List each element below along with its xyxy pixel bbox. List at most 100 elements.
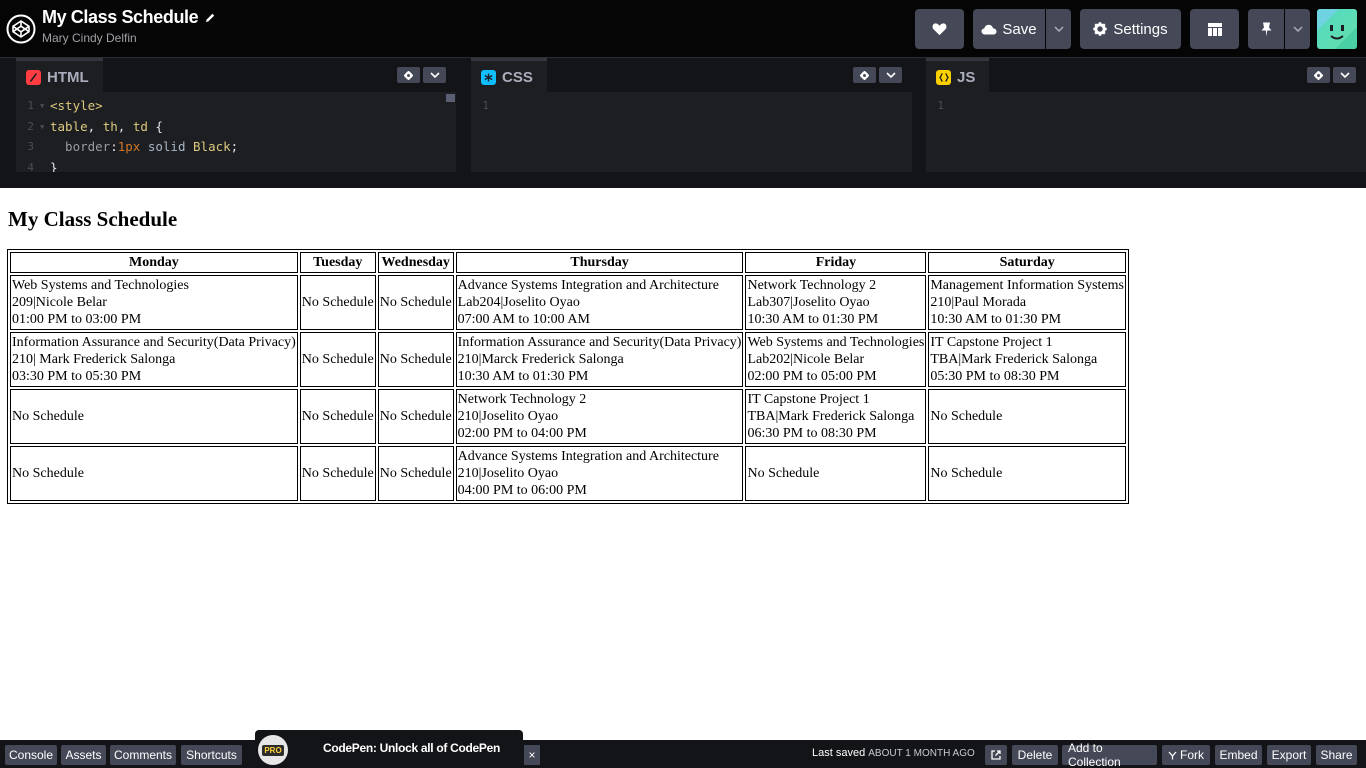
html-editor-scrollbar[interactable] xyxy=(446,94,455,102)
delete-button[interactable]: Delete xyxy=(1012,745,1058,765)
line-number: 3 xyxy=(27,140,34,153)
js-editor-label: JS xyxy=(957,68,976,86)
code-token: ; xyxy=(230,139,239,154)
day-header-saturday: Saturday xyxy=(928,252,1126,273)
pen-author[interactable]: Mary Cindy Delfin xyxy=(42,31,216,45)
schedule-cell-line: Management Information Systems xyxy=(930,278,1124,293)
css-settings-button[interactable] xyxy=(853,67,876,83)
schedule-cell-line: 210|Marck Frederick Salonga xyxy=(457,352,624,367)
codepen-logo-icon[interactable] xyxy=(6,14,36,44)
js-editor-tab[interactable]: JS xyxy=(926,58,990,93)
schedule-cell-line: 209|Nicole Belar xyxy=(12,295,107,310)
schedule-cell-line: Advance Systems Integration and Architec… xyxy=(457,278,719,293)
schedule-cell-line: No Schedule xyxy=(379,352,452,367)
code-token: border xyxy=(50,139,111,154)
schedule-heading: My Class Schedule xyxy=(8,207,178,231)
html-collapse-button[interactable] xyxy=(423,67,446,83)
fork-button[interactable]: Fork xyxy=(1162,745,1210,765)
pin-button[interactable] xyxy=(1248,9,1284,49)
js-settings-button[interactable] xyxy=(1307,67,1330,83)
code-token: , xyxy=(87,118,103,134)
export-button[interactable]: Export xyxy=(1267,745,1311,765)
code-line: 2 ▼ table, th, td { xyxy=(16,117,238,138)
line-number: 2 xyxy=(27,119,34,133)
js-collapse-button[interactable] xyxy=(1333,67,1356,83)
editor-panes: HTML 1 ▼ <style> 2 ▼ table, th, td {3 border:… xyxy=(0,58,1366,175)
user-avatar[interactable] xyxy=(1317,9,1357,49)
schedule-header-row: Monday Tuesday Wednesday Thursday Friday Satu… xyxy=(10,252,1126,273)
html-code-area[interactable]: 1 ▼ <style> 2 ▼ table, th, td {3 border:1px s… xyxy=(16,96,238,178)
js-editor[interactable]: JS 1 xyxy=(926,58,1366,172)
schedule-cell-line: Web Systems and Technologies xyxy=(12,278,189,293)
pro-badge-icon: PRO xyxy=(258,735,288,765)
save-button[interactable]: Save xyxy=(973,9,1045,49)
pen-title-area: My Class Schedule Mary Cindy Delfin xyxy=(42,7,216,45)
schedule-cell: Information Assurance and Security(Data … xyxy=(455,332,744,387)
schedule-cell-line: No Schedule xyxy=(12,409,84,424)
save-options-button[interactable] xyxy=(1046,9,1071,49)
html-settings-button[interactable] xyxy=(397,67,420,83)
code-token: Black xyxy=(193,139,231,154)
fold-marker-icon xyxy=(40,137,50,158)
code-token: , xyxy=(117,118,133,134)
schedule-cell: Information Assurance and Security(Data … xyxy=(10,332,298,387)
promo-close-button[interactable]: × xyxy=(524,745,540,765)
heart-icon xyxy=(932,23,947,36)
schedule-cell-line: 210| Mark Frederick Salonga xyxy=(12,352,176,367)
fold-marker-icon[interactable]: ▼ xyxy=(40,96,50,117)
fold-marker-icon[interactable]: ▼ xyxy=(40,117,50,138)
schedule-cell-line: 02:00 PM to 05:00 PM xyxy=(747,369,877,384)
code-line: 3 border:1px solid Black; xyxy=(16,137,238,158)
html-editor-tab[interactable]: HTML xyxy=(16,58,103,93)
pro-promo-banner[interactable]: PRO CodePen: Unlock all of CodePen xyxy=(255,730,523,768)
change-view-button[interactable] xyxy=(1190,9,1239,49)
html-editor[interactable]: HTML 1 ▼ <style> 2 ▼ table, th, td {3 border:… xyxy=(16,58,456,175)
css-editor-tab[interactable]: CSS xyxy=(471,58,547,93)
code-token: table xyxy=(50,118,88,134)
share-button[interactable]: Share xyxy=(1316,745,1357,765)
preview-pane: My Class Schedule Monday Tuesday Wednesday… xyxy=(0,188,1366,740)
settings-button[interactable]: Settings xyxy=(1080,9,1181,49)
add-to-collection-button[interactable]: Add to Collection xyxy=(1062,741,1157,768)
code-line: 1 ▼ <style> xyxy=(16,96,238,117)
assets-button[interactable]: Assets xyxy=(61,745,106,765)
css-collapse-button[interactable] xyxy=(879,67,902,83)
css-editor-controls xyxy=(853,67,902,83)
schedule-cell-line: TBA|Mark Frederick Salonga xyxy=(747,409,915,424)
css-code-area[interactable]: 1 xyxy=(471,96,495,117)
last-saved-value: ABOUT 1 MONTH AGO xyxy=(868,748,975,759)
schedule-cell-line: 07:00 AM to 10:00 AM xyxy=(457,312,590,327)
pencil-icon[interactable] xyxy=(204,12,216,24)
embed-button[interactable]: Embed xyxy=(1215,745,1262,765)
schedule-cell: No Schedule xyxy=(10,389,298,444)
schedule-cell: Web Systems and Technologies 209|Nicole B… xyxy=(10,275,298,330)
schedule-cell: No Schedule xyxy=(299,332,376,387)
schedule-cell-line: 03:30 PM to 05:30 PM xyxy=(12,369,142,384)
pen-title-text[interactable]: My Class Schedule xyxy=(42,7,199,28)
schedule-cell-line: 210|Paul Morada xyxy=(930,295,1027,310)
schedule-cell: No Schedule xyxy=(299,446,376,501)
day-header-wednesday: Wednesday xyxy=(377,252,454,273)
promo-text[interactable]: CodePen: Unlock all of CodePen xyxy=(323,741,500,755)
save-label: Save xyxy=(1002,20,1037,38)
shortcuts-button[interactable]: Shortcuts xyxy=(181,745,242,765)
editor-resize-bar[interactable] xyxy=(0,172,1366,188)
schedule-cell-line: TBA|Mark Frederick Salonga xyxy=(930,352,1098,367)
schedule-cell-line: Network Technology 2 xyxy=(457,392,587,407)
schedule-cell-line: 01:00 PM to 03:00 PM xyxy=(12,312,142,327)
schedule-cell: No Schedule xyxy=(377,389,454,444)
pin-options-button[interactable] xyxy=(1285,9,1310,49)
code-token: { xyxy=(147,118,163,134)
console-button[interactable]: Console xyxy=(5,745,57,765)
schedule-cell: No Schedule xyxy=(299,275,376,330)
open-in-new-window-button[interactable] xyxy=(985,745,1007,765)
pen-title[interactable]: My Class Schedule xyxy=(42,7,216,28)
schedule-cell-line: Lab307|Joselito Oyao xyxy=(747,295,870,310)
love-button[interactable] xyxy=(915,9,964,49)
js-code-area[interactable]: 1 xyxy=(926,96,950,117)
settings-label: Settings xyxy=(1113,20,1168,38)
css-editor[interactable]: CSS 1 xyxy=(471,58,912,172)
schedule-cell-line: No Schedule xyxy=(930,409,1003,424)
comments-button[interactable]: Comments xyxy=(110,745,176,765)
table-row: Web Systems and Technologies 209|Nicole B… xyxy=(10,275,1126,330)
